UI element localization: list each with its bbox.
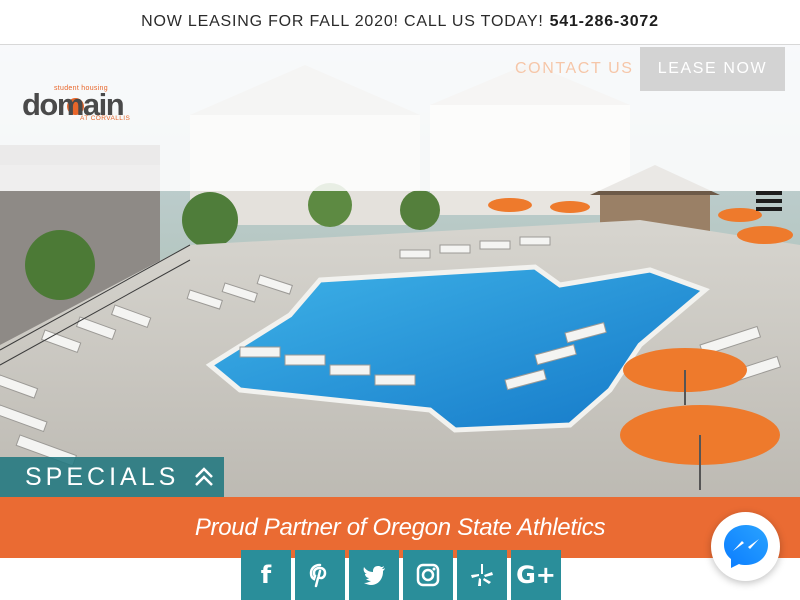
contact-us-link[interactable]: CONTACT US — [515, 60, 634, 78]
yelp-button[interactable] — [457, 550, 507, 600]
specials-tab[interactable]: SPECIALS — [0, 457, 224, 497]
lease-now-button[interactable]: LEASE NOW — [640, 47, 785, 91]
pinterest-icon — [309, 563, 327, 588]
twitter-button[interactable] — [349, 550, 399, 600]
instagram-icon — [416, 563, 440, 587]
announcement-bar: NOW LEASING FOR FALL 2020! CALL US TODAY… — [0, 0, 800, 45]
announcement-text: NOW LEASING FOR FALL 2020! CALL US TODAY… — [141, 13, 544, 30]
messenger-icon — [723, 524, 768, 568]
double-chevron-up-icon — [195, 467, 214, 486]
menu-icon[interactable] — [756, 191, 782, 213]
phone-link[interactable]: 541-286-3072 — [550, 13, 659, 31]
facebook-button[interactable]: f — [241, 550, 291, 600]
partner-text: Proud Partner of Oregon State Athletics — [194, 513, 606, 541]
yelp-icon — [471, 564, 493, 586]
logo-location: AT CORVALLIS — [80, 115, 131, 122]
site-logo[interactable]: student housing domain AT CORVALLIS — [22, 85, 132, 125]
instagram-button[interactable] — [403, 550, 453, 600]
facebook-icon: f — [260, 561, 272, 589]
google-plus-button[interactable]: G+ — [511, 550, 561, 600]
google-plus-icon: G+ — [516, 561, 556, 589]
messenger-chat-button[interactable] — [711, 512, 780, 581]
specials-label: SPECIALS — [25, 462, 180, 491]
twitter-icon — [363, 566, 385, 585]
partner-banner: Proud Partner of Oregon State Athletics — [0, 497, 800, 558]
site-header: student housing domain AT CORVALLIS CONT… — [0, 45, 800, 191]
pinterest-button[interactable] — [295, 550, 345, 600]
social-links: f G+ — [241, 550, 565, 600]
